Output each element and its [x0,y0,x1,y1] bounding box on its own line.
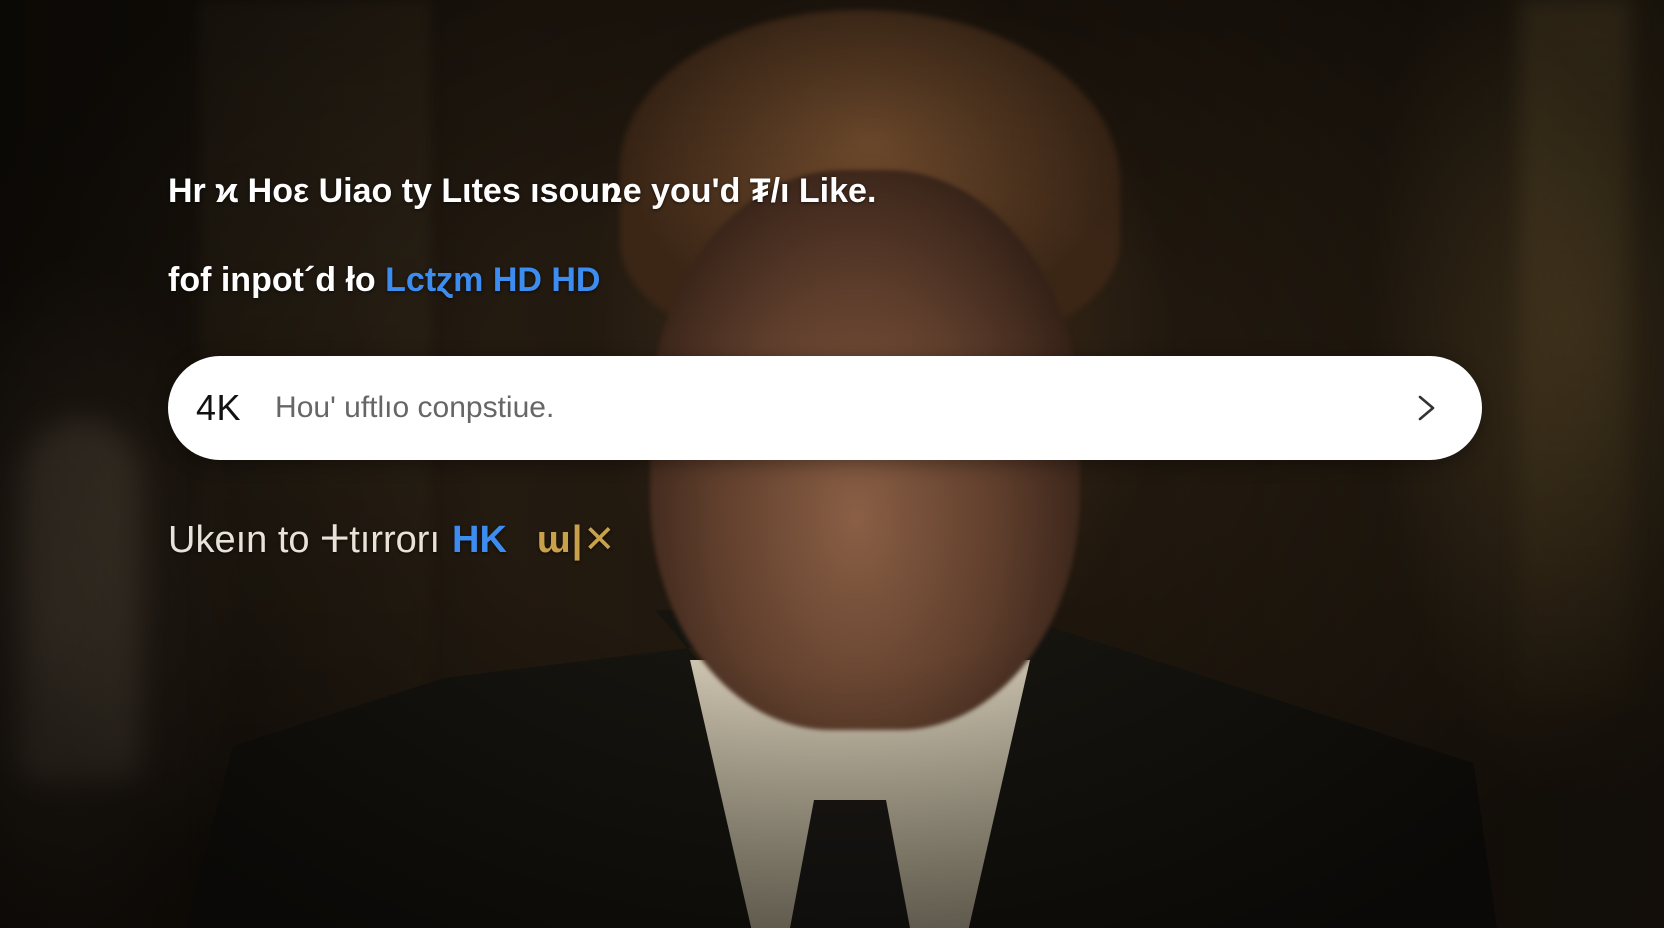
chevron-right-icon[interactable] [1410,391,1444,425]
footer-prefix: Ukeın to ⵜtırrorı [168,519,441,561]
search-input[interactable] [275,383,1410,433]
headline-accent: Lctɀm HD HD [385,261,601,299]
headline-prefix: fof inpot´d ło [168,261,376,299]
headline-text: Hr ϰ Hoε Uiao ty Lιtes ısouռe you'd ₮/ı … [168,172,877,210]
quality-badge: 4K [196,387,242,428]
footer-accent-blue: HK [452,519,507,561]
footer-line: Ukeın to ⵜtırrorı HK ɯ|✕ [168,518,616,562]
footer-logo-mark: ɯ|✕ [536,519,617,561]
background-vignette [0,0,1664,928]
headline-line-2: fof inpot´d ło Lctɀm HD HD [168,260,600,300]
headline-line-1: Hr ϰ Hoε Uiao ty Lιtes ısouռe you'd ₮/ı … [168,171,876,211]
search-bar[interactable]: 4K [168,356,1482,460]
screen: Hr ϰ Hoε Uiao ty Lιtes ısouռe you'd ₮/ı … [0,0,1664,928]
